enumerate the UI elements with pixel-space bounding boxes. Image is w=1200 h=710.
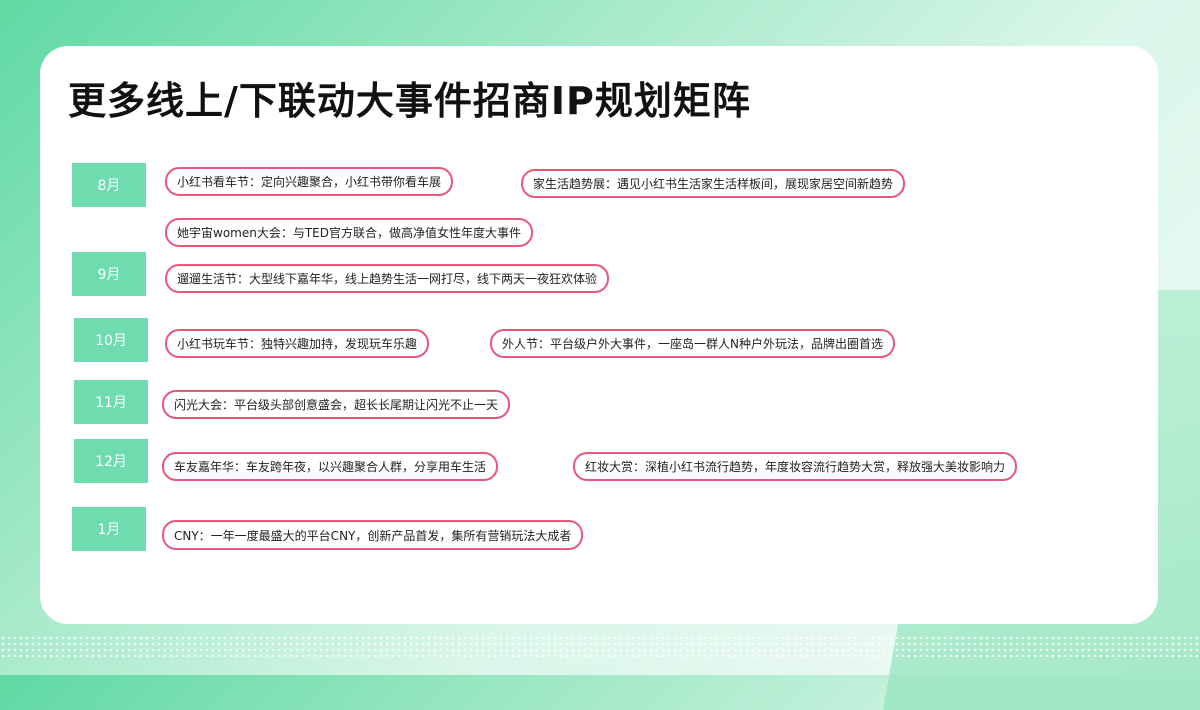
dot-pattern — [0, 635, 1200, 657]
event-stroll-life-festival: 遛遛生活节：大型线下嘉年华，线上趋势生活一网打尽，线下两天一夜狂欢体验 — [165, 264, 610, 293]
event-outdoor-festival: 外人节：平台级户外大事件，一座岛一群人N种户外玩法，品牌出圈首选 — [490, 329, 895, 358]
event-car-play-festival: 小红书玩车节：独特兴趣加持，发现玩车乐趣 — [165, 329, 430, 358]
event-car-fans-carnival: 车友嘉年华：车友跨年夜，以兴趣聚合人群，分享用车生活 — [162, 452, 499, 481]
month-aug: 8月 — [72, 163, 146, 207]
event-home-living-trend-expo: 家生活趋势展：遇见小红书生活家生活样板间，展现家居空间新趋势 — [521, 169, 906, 198]
month-jan: 1月 — [72, 507, 146, 551]
month-sep: 9月 — [72, 252, 146, 296]
event-makeup-awards: 红妆大赏：深植小红书流行趋势，年度妆容流行趋势大赏，释放强大美妆影响力 — [573, 452, 1018, 481]
page-title: 更多线上/下联动大事件招商IP规划矩阵 — [68, 79, 751, 123]
event-women-conference: 她宇宙women大会：与TED官方联合，做高净值女性年度大事件 — [165, 218, 533, 247]
month-nov: 11月 — [74, 380, 148, 424]
event-flash-conference: 闪光大会：平台级头部创意盛会，超长长尾期让闪光不止一天 — [162, 390, 511, 419]
event-car-show-festival: 小红书看车节：定向兴趣聚合，小红书带你看车展 — [165, 167, 454, 196]
month-dec: 12月 — [74, 439, 148, 483]
month-oct: 10月 — [74, 318, 148, 362]
event-cny: CNY：一年一度最盛大的平台CNY，创新产品首发，集所有营销玩法大成者 — [162, 520, 584, 550]
